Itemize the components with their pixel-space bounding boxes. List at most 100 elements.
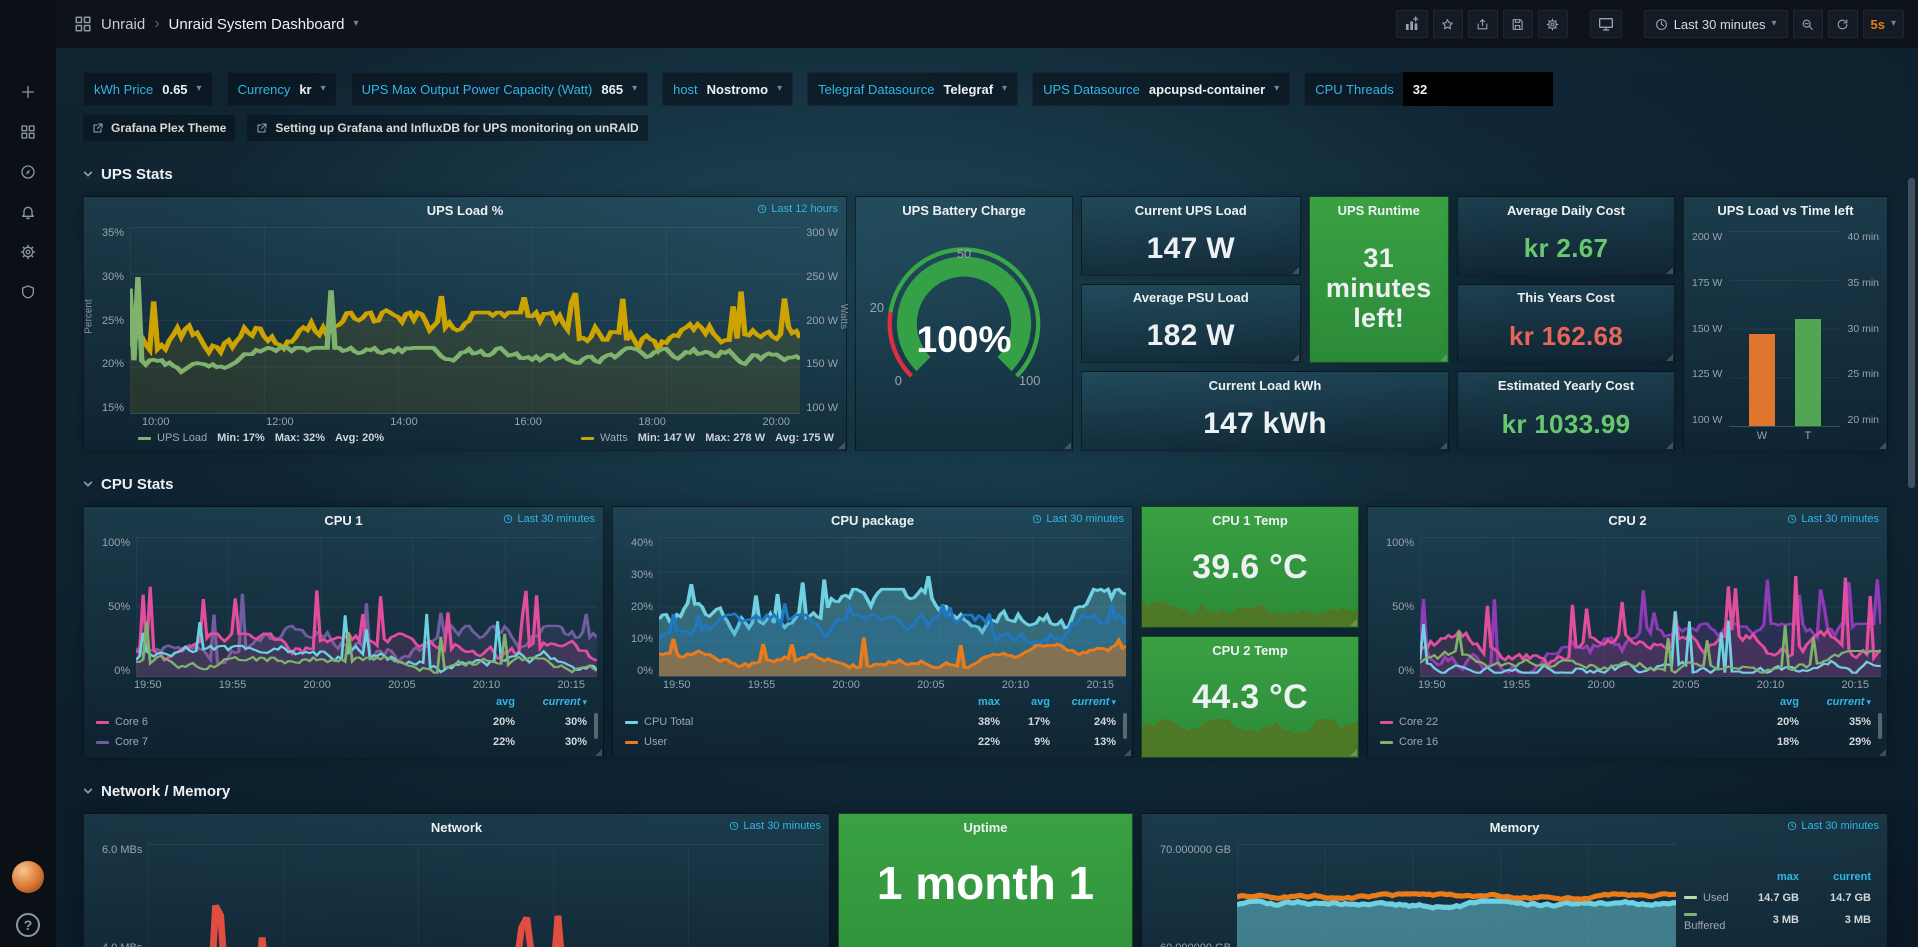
legend-col-current[interactable]: current▾ <box>1799 696 1871 708</box>
panel-title[interactable]: Uptime <box>839 814 1132 840</box>
graph-plot[interactable] <box>130 227 800 414</box>
help-icon[interactable]: ? <box>16 913 40 937</box>
row-header-cpu-stats[interactable]: CPU Stats <box>83 471 1888 497</box>
variable-value: Telegraf <box>943 82 993 97</box>
admin-shield-icon[interactable] <box>20 284 36 300</box>
panel-time-override[interactable]: Last 30 minutes <box>1787 513 1879 525</box>
variable-host[interactable]: host Nostromo ▾ <box>662 72 793 106</box>
y-axis-left: 100%50%0% <box>1384 537 1420 677</box>
alerting-bell-icon[interactable] <box>20 204 36 220</box>
chevron-down-icon[interactable]: ▾ <box>353 19 358 29</box>
panel-time-override[interactable]: Last 30 minutes <box>1032 513 1124 525</box>
panel-title[interactable]: CPU 2 Temp <box>1142 637 1358 663</box>
x-axis: WT <box>1729 427 1840 444</box>
refresh-interval-picker[interactable]: 5s ▾ <box>1863 10 1905 38</box>
vertical-scrollbar[interactable] <box>1908 178 1915 488</box>
panel-title[interactable]: Current UPS Load <box>1082 197 1300 223</box>
zoom-out-time-button[interactable] <box>1793 10 1823 38</box>
legend-series[interactable]: CPU Total <box>625 716 946 728</box>
breadcrumb-folder[interactable]: Unraid <box>101 16 145 33</box>
legend-col-max[interactable]: max <box>946 696 1000 708</box>
legend-col-avg[interactable]: avg <box>453 696 515 708</box>
configuration-gear-icon[interactable] <box>20 244 36 260</box>
legend-col-current[interactable]: current▾ <box>1050 696 1116 708</box>
link-label: Grafana Plex Theme <box>111 121 226 135</box>
dashboard-settings-button[interactable] <box>1538 10 1568 38</box>
add-panel-button[interactable] <box>1396 10 1428 38</box>
dashboards-icon[interactable] <box>20 124 36 140</box>
legend-col-avg[interactable]: avg <box>1000 696 1050 708</box>
user-avatar[interactable] <box>12 861 44 893</box>
dashboard-variables-row: kWh Price 0.65 ▾ Currency kr ▾ UPS Max O… <box>83 72 1888 106</box>
chevron-down-icon: ▾ <box>777 84 782 94</box>
legend-series[interactable]: Core 16 <box>1380 736 1737 748</box>
graph-legend: avg current▾ Core 22 20% 35% Core 16 18%… <box>1368 691 1887 757</box>
row-header-ups-stats[interactable]: UPS Stats <box>83 161 1888 187</box>
panel-ups-battery-charge: UPS Battery Charge 0 20 50 100 100% <box>855 196 1073 451</box>
panel-ups-load-graph: UPS Load % Last 12 hours Percent 35%30%2… <box>83 196 847 451</box>
cpu-threads-input[interactable] <box>1403 72 1553 106</box>
variable-ups-datasource[interactable]: UPS Datasource apcupsd-container ▾ <box>1032 72 1290 106</box>
grafana-logo-icon[interactable] <box>10 8 46 44</box>
panel-time-override[interactable]: Last 30 minutes <box>503 513 595 525</box>
panel-title[interactable]: Average PSU Load <box>1082 285 1300 311</box>
legend-series[interactable]: Core 7 <box>96 736 453 748</box>
refresh-button[interactable] <box>1828 10 1858 38</box>
panel-time-override[interactable]: Last 12 hours <box>757 203 838 215</box>
panel-title[interactable]: This Years Cost <box>1458 285 1674 311</box>
row-header-network-memory[interactable]: Network / Memory <box>83 778 1888 804</box>
time-range-picker[interactable]: Last 30 minutes ▾ <box>1644 10 1788 38</box>
graph-plot[interactable] <box>659 537 1126 677</box>
variable-ups-max-output[interactable]: UPS Max Output Power Capacity (Watt) 865… <box>351 72 648 106</box>
star-dashboard-button[interactable] <box>1433 10 1463 38</box>
save-dashboard-button[interactable] <box>1503 10 1533 38</box>
battery-gauge: 0 20 50 100 100% <box>856 223 1072 450</box>
legend-series[interactable]: Used <box>1684 892 1737 904</box>
graph-plot[interactable] <box>136 537 597 677</box>
x-axis: 19:5019:5520:0020:0520:1020:15 <box>84 677 603 691</box>
graph-plot[interactable] <box>1237 844 1676 947</box>
legend-series[interactable]: Core 6 <box>96 716 453 728</box>
panel-title[interactable]: UPS Load vs Time left <box>1684 197 1887 223</box>
legend-series[interactable]: User <box>625 736 946 748</box>
panel-title[interactable]: UPS Battery Charge <box>856 197 1072 223</box>
variable-telegraf-datasource[interactable]: Telegraf Datasource Telegraf ▾ <box>807 72 1018 106</box>
graph-plot[interactable] <box>1420 537 1881 677</box>
panel-title[interactable]: Estimated Yearly Cost <box>1458 372 1674 398</box>
breadcrumb-dashboard-title[interactable]: Unraid System Dashboard <box>169 16 345 33</box>
legend-col-max[interactable]: max <box>1737 871 1799 883</box>
panel-title[interactable]: UPS Runtime <box>1310 197 1448 223</box>
legend-series[interactable]: Core 22 <box>1380 716 1737 728</box>
panel-title[interactable]: Network <box>84 814 829 840</box>
stat-value: kr 1033.99 <box>1458 398 1674 450</box>
legend-col-avg[interactable]: avg <box>1737 696 1799 708</box>
variable-label: Currency <box>238 82 291 97</box>
navbar-actions: Last 30 minutes ▾ 5s ▾ <box>1396 10 1904 38</box>
variable-currency[interactable]: Currency kr ▾ <box>227 72 337 106</box>
link-grafana-plex-theme[interactable]: Grafana Plex Theme <box>83 115 235 141</box>
cycle-view-mode-button[interactable] <box>1590 10 1622 38</box>
panel-title[interactable]: Current Load kWh <box>1082 372 1448 398</box>
panel-title[interactable]: UPS Load % <box>84 197 846 223</box>
panel-title[interactable]: CPU 1 Temp <box>1142 507 1358 533</box>
panel-title[interactable]: Memory <box>1142 814 1887 840</box>
legend-col-current[interactable]: current <box>1799 871 1871 883</box>
create-plus-icon[interactable] <box>20 84 36 100</box>
dashboard-grid-icon[interactable] <box>74 15 92 33</box>
legend-series[interactable]: Buffered <box>1684 908 1737 932</box>
row-title: UPS Stats <box>101 166 173 183</box>
share-dashboard-button[interactable] <box>1468 10 1498 38</box>
legend-series[interactable]: WattsMin: 147 WMax: 278 WAvg: 175 W <box>581 432 834 444</box>
legend-col-current[interactable]: current▾ <box>515 696 587 708</box>
legend-series[interactable]: UPS LoadMin: 17%Max: 32%Avg: 20% <box>138 432 384 444</box>
bars-plot-area[interactable] <box>1729 231 1840 427</box>
stat-value: 182 W <box>1082 311 1300 363</box>
panel-title[interactable]: Average Daily Cost <box>1458 197 1674 223</box>
explore-compass-icon[interactable] <box>20 164 36 180</box>
panel-time-override[interactable]: Last 30 minutes <box>1787 820 1879 832</box>
graph-legend: avg current▾ Core 6 20% 30% Core 7 22% 3… <box>84 691 603 757</box>
link-ups-monitoring-guide[interactable]: Setting up Grafana and InfluxDB for UPS … <box>247 115 647 141</box>
graph-plot[interactable] <box>148 844 823 947</box>
panel-time-override[interactable]: Last 30 minutes <box>729 820 821 832</box>
variable-kwh-price[interactable]: kWh Price 0.65 ▾ <box>83 72 213 106</box>
